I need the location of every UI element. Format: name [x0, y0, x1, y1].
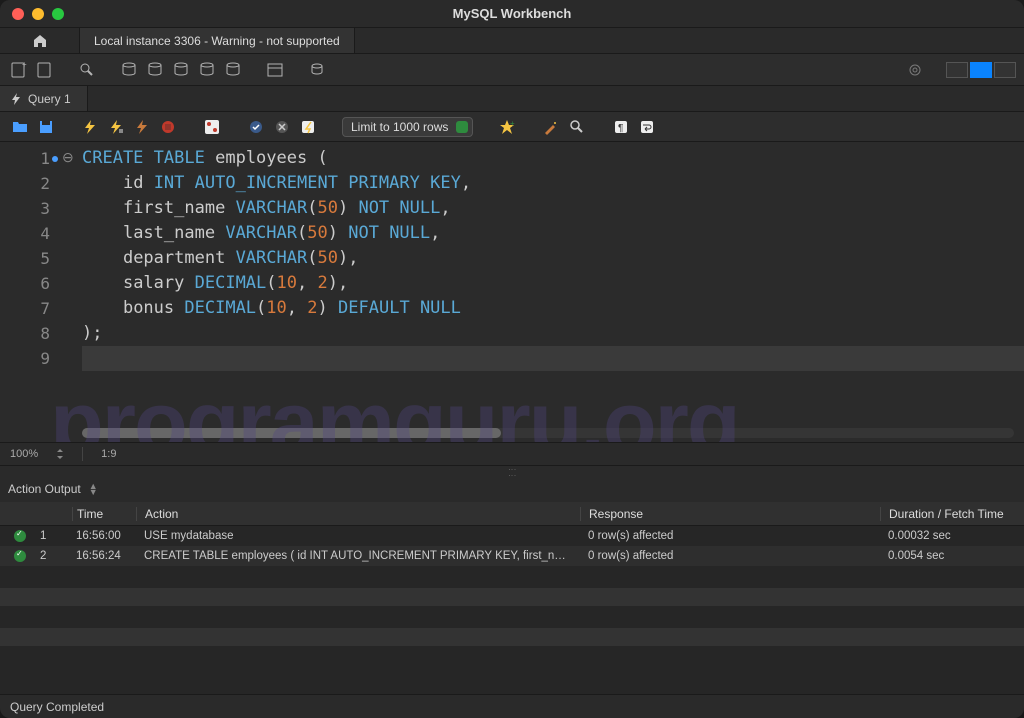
- col-time[interactable]: Time: [72, 507, 136, 521]
- save-file-icon[interactable]: [36, 117, 56, 137]
- fold-column: [60, 142, 82, 442]
- toggle-invisible-icon[interactable]: ¶: [611, 117, 631, 137]
- commit-icon[interactable]: [246, 117, 266, 137]
- inspector-icon[interactable]: [76, 59, 98, 81]
- select-arrows-icon: ▲▼: [89, 483, 98, 495]
- output-header: Action Output ▲▼: [0, 476, 1024, 502]
- editor-hscrollbar[interactable]: [82, 428, 1014, 438]
- execute-icon[interactable]: [80, 117, 100, 137]
- col-response[interactable]: Response: [580, 507, 880, 521]
- query-tab[interactable]: Query 1: [0, 86, 88, 111]
- panel-left-toggle[interactable]: [946, 62, 968, 78]
- output-row[interactable]: 1 16:56:00 USE mydatabase 0 row(s) affec…: [0, 526, 1024, 546]
- query-tabbar: Query 1: [0, 86, 1024, 112]
- titlebar: MySQL Workbench: [0, 0, 1024, 28]
- refresh-db-icon[interactable]: [306, 59, 328, 81]
- autocommit-icon[interactable]: [298, 117, 318, 137]
- open-file-icon[interactable]: [10, 117, 30, 137]
- db-icon-3[interactable]: [170, 59, 192, 81]
- minimize-window-button[interactable]: [32, 8, 44, 20]
- svg-text:¶: ¶: [618, 123, 623, 134]
- svg-text:+: +: [510, 119, 515, 128]
- code-content[interactable]: CREATE TABLE employees ( id INT AUTO_INC…: [82, 142, 1024, 442]
- toggle-1-icon[interactable]: [202, 117, 222, 137]
- editor-toolbar: Limit to 1000 rows + ¶: [0, 112, 1024, 142]
- output-splitter[interactable]: [0, 466, 1024, 476]
- db-icon-4[interactable]: [196, 59, 218, 81]
- output-table: Time Action Response Duration / Fetch Ti…: [0, 502, 1024, 694]
- cursor-position: 1:9: [101, 448, 116, 460]
- home-icon: [32, 33, 48, 49]
- zoom-level[interactable]: 100%: [10, 448, 38, 460]
- table-icon[interactable]: [264, 59, 286, 81]
- maximize-window-button[interactable]: [52, 8, 64, 20]
- home-tab[interactable]: [0, 28, 80, 53]
- zoom-stepper-icon[interactable]: [56, 449, 64, 459]
- footer-status: Query Completed: [0, 694, 1024, 718]
- status-ok-icon: [14, 550, 26, 562]
- stop-icon[interactable]: [158, 117, 178, 137]
- status-ok-icon: [14, 530, 26, 542]
- svg-text:+: +: [22, 61, 27, 69]
- editor-status-strip: 100% 1:9: [0, 442, 1024, 466]
- panel-bottom-toggle[interactable]: [970, 62, 992, 78]
- settings-gear-icon[interactable]: [904, 59, 926, 81]
- db-icon-5[interactable]: [222, 59, 244, 81]
- app-title: MySQL Workbench: [453, 6, 572, 21]
- query-tab-label: Query 1: [28, 92, 71, 106]
- limit-rows-select[interactable]: Limit to 1000 rows: [342, 117, 473, 137]
- output-row[interactable]: 2 16:56:24 CREATE TABLE employees ( id I…: [0, 546, 1024, 566]
- db-icon-2[interactable]: [144, 59, 166, 81]
- sql-editor[interactable]: 123456789 CREATE TABLE employees ( id IN…: [0, 142, 1024, 442]
- col-action[interactable]: Action: [136, 507, 580, 521]
- new-sql-tab-icon[interactable]: +: [8, 59, 30, 81]
- close-window-button[interactable]: [12, 8, 24, 20]
- find-icon[interactable]: [567, 117, 587, 137]
- connection-tabbar: Local instance 3306 - Warning - not supp…: [0, 28, 1024, 54]
- connection-tab[interactable]: Local instance 3306 - Warning - not supp…: [80, 28, 355, 53]
- rollback-icon[interactable]: [272, 117, 292, 137]
- db-icon-1[interactable]: [118, 59, 140, 81]
- main-toolbar: +: [0, 54, 1024, 86]
- line-gutter: 123456789: [0, 142, 60, 442]
- beautify-icon[interactable]: [541, 117, 561, 137]
- favorite-icon[interactable]: +: [497, 117, 517, 137]
- panel-right-toggle[interactable]: [994, 62, 1016, 78]
- lightning-icon: [10, 93, 22, 105]
- wrap-icon[interactable]: [637, 117, 657, 137]
- explain-icon[interactable]: [132, 117, 152, 137]
- limit-rows-label: Limit to 1000 rows: [351, 120, 448, 134]
- col-duration[interactable]: Duration / Fetch Time: [880, 507, 1024, 521]
- execute-current-icon[interactable]: [106, 117, 126, 137]
- output-type-select[interactable]: Action Output: [8, 482, 81, 496]
- open-sql-file-icon[interactable]: [34, 59, 56, 81]
